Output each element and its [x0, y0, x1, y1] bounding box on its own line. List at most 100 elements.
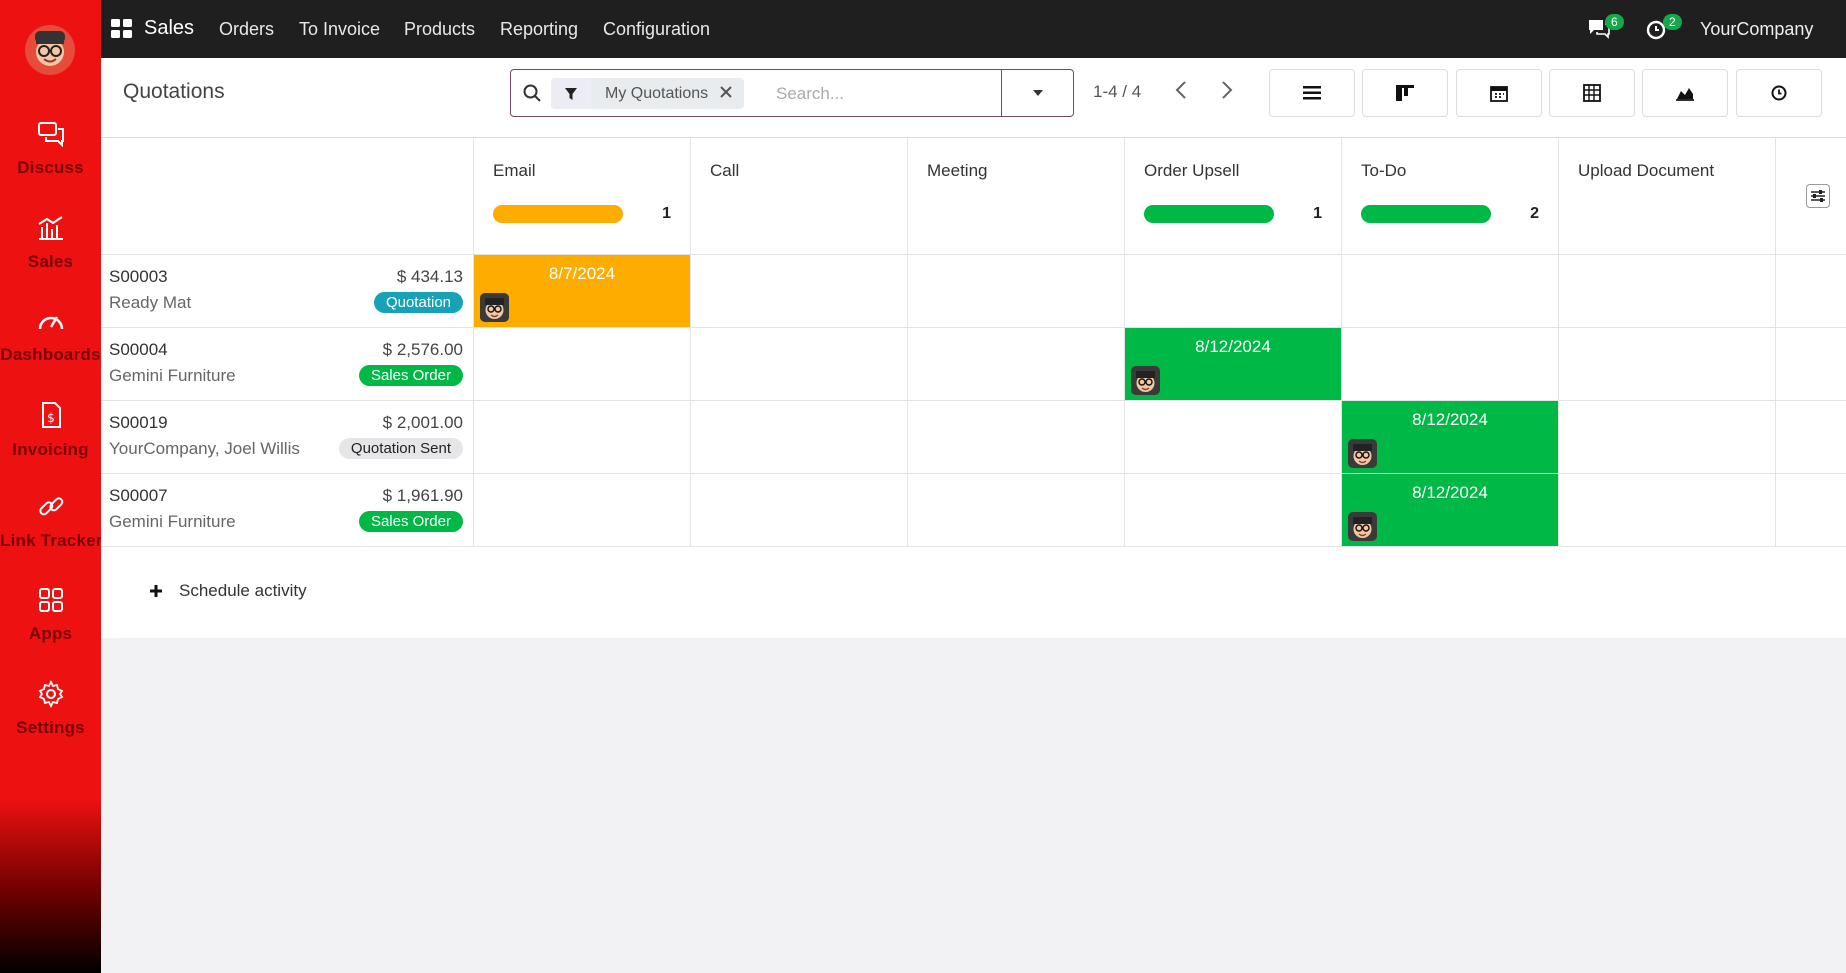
activity-cell[interactable]: [908, 401, 1125, 474]
dashboard-icon: [38, 316, 63, 330]
activity-cell[interactable]: [691, 328, 908, 401]
sidebar-item-discuss[interactable]: Discuss: [0, 120, 101, 178]
kanban-view-icon: [1396, 85, 1414, 101]
sidebar-item-dashboards[interactable]: Dashboards: [0, 307, 101, 365]
caret-down-icon: [1032, 90, 1043, 96]
menu-reporting[interactable]: Reporting: [500, 19, 578, 40]
activity-cell[interactable]: [1125, 474, 1342, 547]
activity-cell-scheduled[interactable]: 8/7/2024: [474, 255, 691, 328]
order-reference: S00003: [109, 267, 168, 286]
activity-cell[interactable]: [1559, 255, 1776, 328]
activity-cell[interactable]: [474, 328, 691, 401]
activity-cell[interactable]: [908, 474, 1125, 547]
graph-view-button[interactable]: [1642, 69, 1728, 117]
sidebar-item-settings[interactable]: Settings: [0, 680, 101, 738]
facet-label: My Quotations: [605, 84, 709, 102]
column-name: Order Upsell: [1144, 161, 1240, 180]
remove-facet-icon[interactable]: [718, 85, 744, 103]
activities-button[interactable]: 2: [1645, 14, 1682, 46]
sidebar-item-invoicing[interactable]: $ Invoicing: [0, 400, 101, 460]
list-view-icon: [1303, 86, 1321, 100]
activity-cell[interactable]: [691, 255, 908, 328]
column-header[interactable]: Email 1: [474, 138, 691, 255]
column-header[interactable]: Upload Document: [1559, 138, 1776, 255]
menu-configuration[interactable]: Configuration: [603, 19, 710, 40]
pivot-view-button[interactable]: [1549, 69, 1635, 117]
list-view-button[interactable]: [1269, 69, 1355, 117]
assignee-avatar[interactable]: [1348, 439, 1377, 468]
column-count: 1: [662, 205, 671, 222]
calendar-view-button[interactable]: [1456, 69, 1542, 117]
activity-cell[interactable]: [691, 474, 908, 547]
pager-next-icon[interactable]: [1221, 80, 1233, 100]
messages-button[interactable]: 6: [1587, 14, 1624, 44]
page-title[interactable]: Quotations: [123, 80, 225, 104]
column-settings-button[interactable]: [1806, 184, 1830, 208]
sidebar-item-sales[interactable]: Sales: [0, 214, 101, 272]
activity-cell[interactable]: [908, 328, 1125, 401]
column-progress-bar[interactable]: [1361, 205, 1491, 223]
sidebar-item-label: Apps: [28, 624, 73, 643]
search-bar: My Quotations: [510, 69, 1074, 117]
search-options-toggle[interactable]: [1001, 70, 1073, 116]
column-count: 2: [1530, 205, 1539, 222]
company-switcher[interactable]: YourCompany: [1700, 19, 1813, 40]
menu-products[interactable]: Products: [404, 19, 475, 40]
column-progress-bar[interactable]: [1144, 205, 1274, 223]
filter-icon: [551, 78, 591, 109]
sidebar-item-label: Invoicing: [12, 440, 89, 459]
activity-cell[interactable]: [474, 474, 691, 547]
assignee-avatar[interactable]: [480, 293, 509, 322]
plus-icon: [150, 585, 162, 597]
activity-deadline: 8/12/2024: [1412, 410, 1488, 429]
top-navbar: Sales Orders To Invoice Products Reporti…: [101, 0, 1846, 58]
column-header[interactable]: Meeting: [908, 138, 1125, 255]
discuss-icon: [37, 122, 64, 148]
activity-cell-scheduled[interactable]: 8/12/2024: [1125, 328, 1342, 401]
activity-cell[interactable]: [1125, 255, 1342, 328]
order-amount: $ 434.13: [396, 267, 463, 286]
order-amount: $ 2,576.00: [382, 340, 463, 359]
activity-cell-scheduled[interactable]: 8/12/2024: [1342, 401, 1559, 474]
activity-cell[interactable]: [1125, 401, 1342, 474]
column-progress-bar[interactable]: [493, 205, 623, 223]
column-header[interactable]: Call: [691, 138, 908, 255]
activity-cell[interactable]: [1342, 328, 1559, 401]
record-row-label[interactable]: S00004 Gemini Furniture $ 2,576.00 Sales Or…: [101, 328, 474, 401]
pager-value[interactable]: 1-4 / 4: [1093, 82, 1141, 102]
status-badge: Quotation Sent: [338, 438, 463, 459]
search-icon[interactable]: [523, 84, 541, 102]
sidebar-item-apps[interactable]: Apps: [0, 586, 101, 644]
activity-cell[interactable]: [691, 401, 908, 474]
column-header[interactable]: To-Do 2: [1342, 138, 1559, 255]
search-facet: My Quotations: [551, 78, 745, 109]
activity-cell[interactable]: [1559, 474, 1776, 547]
activity-cell[interactable]: [1559, 401, 1776, 474]
sidebar-item-label: Link Tracker: [0, 531, 103, 550]
app-menu-icon[interactable]: [111, 19, 133, 39]
kanban-view-button[interactable]: [1362, 69, 1448, 117]
order-reference: S00007: [109, 486, 168, 505]
record-row-label[interactable]: S00019 YourCompany, Joel Willis $ 2,001.00…: [101, 401, 474, 474]
activity-cell[interactable]: [1342, 255, 1559, 328]
schedule-activity-button[interactable]: Schedule activity: [149, 581, 307, 601]
app-name[interactable]: Sales: [144, 17, 194, 40]
assignee-avatar[interactable]: [1131, 366, 1160, 395]
assignee-avatar[interactable]: [1348, 512, 1377, 541]
activity-cell[interactable]: [1559, 328, 1776, 401]
menu-to-invoice[interactable]: To Invoice: [299, 19, 380, 40]
activity-cell[interactable]: [474, 401, 691, 474]
column-name: To-Do: [1361, 161, 1407, 180]
activity-cell-scheduled[interactable]: 8/12/2024: [1342, 474, 1559, 547]
sidebar-item-link-tracker[interactable]: Link Tracker: [0, 493, 103, 551]
pager-previous-icon[interactable]: [1175, 80, 1187, 100]
activities-count-badge: 2: [1663, 14, 1682, 30]
column-header[interactable]: Order Upsell 1: [1125, 138, 1342, 255]
menu-orders[interactable]: Orders: [219, 19, 274, 40]
activity-view-button[interactable]: [1736, 69, 1822, 117]
user-avatar[interactable]: [25, 25, 75, 75]
record-row-label[interactable]: S00003 Ready Mat $ 434.13 Quotation: [101, 255, 474, 328]
activity-cell[interactable]: [908, 255, 1125, 328]
search-input[interactable]: [776, 79, 996, 109]
record-row-label[interactable]: S00007 Gemini Furniture $ 1,961.90 Sales Or…: [101, 474, 474, 547]
